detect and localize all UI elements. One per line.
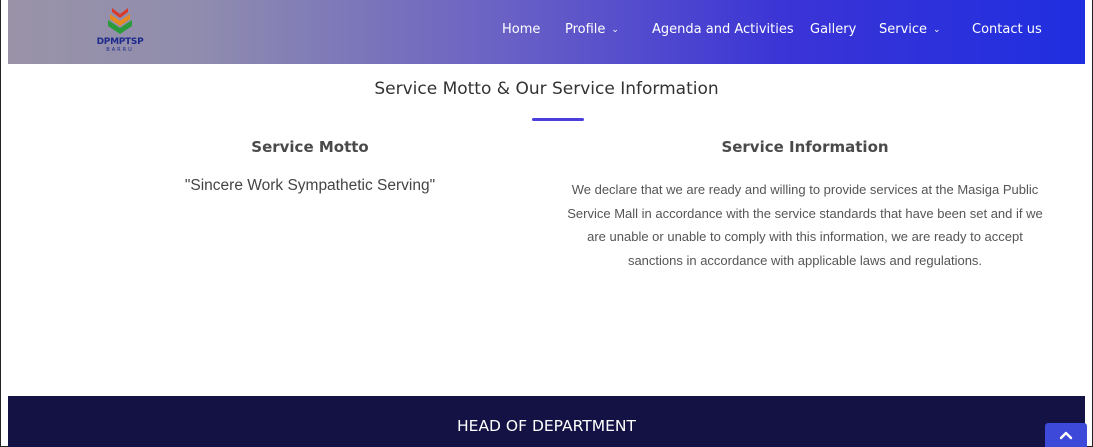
scroll-to-top-button[interactable] bbox=[1045, 423, 1087, 447]
info-heading: Service Information bbox=[721, 138, 889, 156]
chevron-up-icon bbox=[1059, 431, 1073, 440]
title-underline bbox=[532, 118, 584, 121]
section-title: Service Motto & Our Service Information bbox=[374, 79, 719, 99]
nav-item-home[interactable]: Home bbox=[502, 22, 540, 37]
main-nav: Home Profile ⌄ Agenda and Activities Gall… bbox=[8, 22, 1085, 42]
department-title: HEAD OF DEPARTMENT bbox=[457, 417, 636, 435]
info-text: We declare that we are ready and willing… bbox=[567, 182, 1043, 268]
nav-item-agenda[interactable]: Agenda and Activities bbox=[652, 22, 794, 37]
nav-item-label: Gallery bbox=[810, 22, 857, 37]
nav-item-profile[interactable]: Profile ⌄ bbox=[565, 22, 619, 37]
nav-item-label: Contact us bbox=[972, 22, 1042, 37]
logo-subtext: BARRU bbox=[106, 47, 134, 53]
nav-item-label: Home bbox=[502, 22, 541, 37]
nav-item-label: Agenda and Activities bbox=[652, 22, 794, 37]
nav-item-label: Profile bbox=[565, 22, 606, 37]
nav-item-contact[interactable]: Contact us bbox=[972, 22, 1042, 37]
nav-item-service[interactable]: Service ⌄ bbox=[879, 22, 941, 37]
nav-item-label: Service bbox=[879, 22, 928, 37]
department-band: HEAD OF DEPARTMENT bbox=[8, 396, 1085, 447]
motto-text: "Sincere Work Sympathetic Serving" bbox=[184, 177, 436, 194]
chevron-down-icon: ⌄ bbox=[933, 25, 941, 35]
navbar: DPMPTSP BARRU Home Profile ⌄ Agenda and A… bbox=[8, 0, 1085, 64]
nav-item-gallery[interactable]: Gallery bbox=[810, 22, 856, 37]
motto-heading: Service Motto bbox=[251, 138, 369, 156]
chevron-down-icon: ⌄ bbox=[611, 25, 619, 35]
